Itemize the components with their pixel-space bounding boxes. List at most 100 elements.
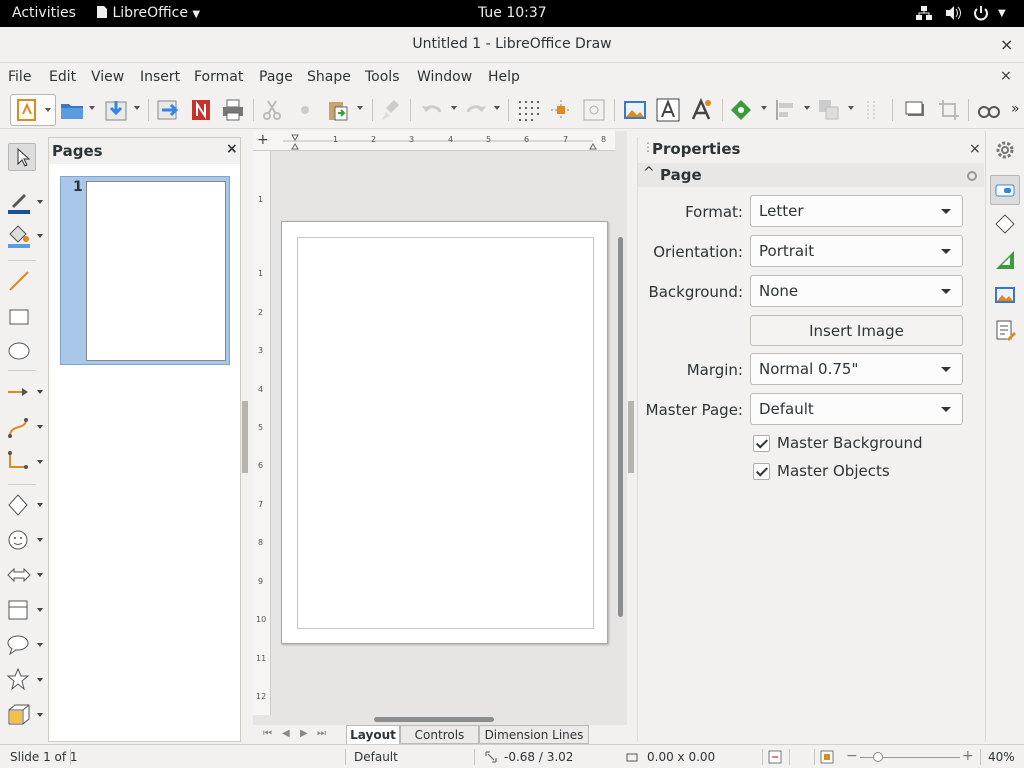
- stars-icon[interactable]: [6, 667, 32, 693]
- connector-tool-icon[interactable]: [6, 449, 32, 475]
- next-tab-icon[interactable]: ▶: [300, 728, 308, 739]
- zoom-pan-icon[interactable]: [582, 98, 606, 122]
- horizontal-scrollbar[interactable]: [253, 715, 627, 725]
- callout-shapes-icon[interactable]: [6, 632, 32, 658]
- menu-page[interactable]: Page: [259, 69, 293, 85]
- status-zoom-level[interactable]: 40%: [988, 750, 1015, 764]
- copy-icon[interactable]: [293, 98, 317, 122]
- app-menu[interactable]: LibreOffice ▼: [96, 5, 200, 21]
- helplines-icon[interactable]: [549, 98, 573, 122]
- flowchart-dropdown-icon[interactable]: [37, 608, 43, 612]
- insert-image-icon[interactable]: [623, 98, 647, 122]
- menu-format[interactable]: Format: [194, 69, 243, 85]
- left-splitter-grip[interactable]: [242, 401, 248, 473]
- export-pdf-icon[interactable]: [189, 98, 213, 122]
- crop-icon[interactable]: [937, 98, 961, 122]
- cut-icon[interactable]: [260, 98, 284, 122]
- select-tool[interactable]: [8, 143, 36, 171]
- block-arrows-icon[interactable]: [6, 562, 32, 588]
- connector-dropdown-icon[interactable]: [37, 460, 43, 464]
- tab-controls[interactable]: Controls: [400, 725, 479, 744]
- master-objects-checkbox[interactable]: [753, 463, 770, 480]
- block-arrows-dropdown-icon[interactable]: [37, 573, 43, 577]
- undo-icon[interactable]: [420, 98, 444, 122]
- format-select[interactable]: Letter: [750, 195, 963, 227]
- master-page-select[interactable]: Default: [750, 393, 963, 425]
- new-document-button[interactable]: [10, 94, 56, 126]
- arrange-dropdown-icon[interactable]: [848, 106, 854, 110]
- menu-view[interactable]: View: [91, 69, 124, 85]
- new-dropdown-icon[interactable]: [45, 108, 51, 112]
- curve-dropdown-icon[interactable]: [37, 425, 43, 429]
- zoom-slider-handle[interactable]: [873, 752, 883, 762]
- clone-formatting-icon[interactable]: [379, 98, 403, 122]
- first-tab-icon[interactable]: ⏮: [263, 728, 272, 739]
- master-background-label[interactable]: Master Background: [777, 434, 922, 452]
- window-close-button[interactable]: ×: [1000, 35, 1013, 54]
- symbol-shapes-dropdown-icon[interactable]: [37, 538, 43, 542]
- master-background-checkbox[interactable]: [753, 435, 770, 452]
- show-draw-functions-icon[interactable]: [977, 98, 1001, 122]
- page-thumbnail-1[interactable]: 1: [60, 176, 230, 365]
- master-objects-label[interactable]: Master Objects: [777, 462, 890, 480]
- lines-arrows-icon[interactable]: [6, 379, 32, 405]
- align-icon[interactable]: [774, 98, 798, 122]
- insert-image-button[interactable]: Insert Image: [750, 315, 963, 346]
- print-icon[interactable]: [221, 98, 245, 122]
- menu-edit[interactable]: Edit: [49, 69, 76, 85]
- distribute-icon[interactable]: [862, 98, 886, 122]
- volume-icon[interactable]: [944, 5, 962, 21]
- open-dropdown-icon[interactable]: [89, 106, 95, 110]
- arrange-icon[interactable]: [817, 98, 841, 122]
- sidebar-tab-styles-icon[interactable]: [994, 249, 1016, 271]
- section-more-options-icon[interactable]: [966, 170, 978, 182]
- tab-layout[interactable]: Layout: [346, 725, 400, 744]
- align-dropdown-icon[interactable]: [804, 106, 810, 110]
- redo-dropdown-icon[interactable]: [494, 106, 500, 110]
- fit-slide-icon[interactable]: [820, 750, 834, 764]
- sidebar-tab-properties[interactable]: [990, 175, 1020, 205]
- save-dropdown-icon[interactable]: [134, 106, 140, 110]
- export-icon[interactable]: [156, 98, 180, 122]
- transformations-dropdown-icon[interactable]: [761, 106, 767, 110]
- line-tool-icon[interactable]: [6, 268, 32, 294]
- vertical-ruler[interactable]: 1 1 2 3 4 5 6 7 8 9 10 11 12: [253, 151, 271, 715]
- flowchart-icon[interactable]: [6, 597, 32, 623]
- basic-shapes-icon[interactable]: [6, 492, 32, 518]
- line-color-dropdown-icon[interactable]: [37, 200, 43, 204]
- clock[interactable]: Tue 10:37: [478, 5, 547, 21]
- toolbar-overflow-button[interactable]: »: [1011, 101, 1020, 117]
- properties-close-button[interactable]: ×: [969, 141, 981, 157]
- grid-icon[interactable]: [516, 98, 540, 122]
- fill-color-dropdown-icon[interactable]: [37, 234, 43, 238]
- sidebar-tab-shapes-diamond-icon[interactable]: [994, 213, 1016, 235]
- vertical-scrollbar-thumb[interactable]: [618, 237, 623, 617]
- draw-page[interactable]: [281, 221, 608, 644]
- fontwork-icon[interactable]: [689, 98, 713, 122]
- curve-tool-icon[interactable]: [6, 414, 32, 440]
- line-color-icon[interactable]: [6, 190, 32, 216]
- power-icon[interactable]: [972, 5, 990, 21]
- menu-insert[interactable]: Insert: [140, 69, 180, 85]
- document-close-button[interactable]: ×: [1000, 68, 1012, 84]
- document-modified-icon[interactable]: [768, 750, 782, 764]
- 3d-objects-dropdown-icon[interactable]: [37, 713, 43, 717]
- paste-icon[interactable]: [326, 98, 350, 122]
- fill-color-icon[interactable]: [6, 224, 32, 250]
- sidebar-tab-gallery-icon[interactable]: [994, 284, 1016, 306]
- tab-dimension-lines[interactable]: Dimension Lines: [479, 725, 589, 744]
- menu-window[interactable]: Window: [417, 69, 472, 85]
- right-splitter-grip[interactable]: [628, 401, 634, 473]
- lines-arrows-dropdown-icon[interactable]: [37, 390, 43, 394]
- system-menu-chevron-icon[interactable]: ▼: [998, 8, 1006, 19]
- callout-dropdown-icon[interactable]: [37, 643, 43, 647]
- margin-select[interactable]: Normal 0.75": [750, 353, 963, 385]
- zoom-in-button[interactable]: +: [962, 748, 974, 764]
- basic-shapes-dropdown-icon[interactable]: [37, 503, 43, 507]
- zoom-out-button[interactable]: −: [846, 748, 858, 764]
- sidebar-tab-navigator-icon[interactable]: [994, 319, 1016, 341]
- insert-textbox-icon[interactable]: [656, 98, 680, 122]
- save-icon[interactable]: [104, 98, 128, 122]
- rectangle-tool-icon[interactable]: [6, 304, 32, 330]
- pages-panel-close-button[interactable]: ×: [226, 141, 238, 157]
